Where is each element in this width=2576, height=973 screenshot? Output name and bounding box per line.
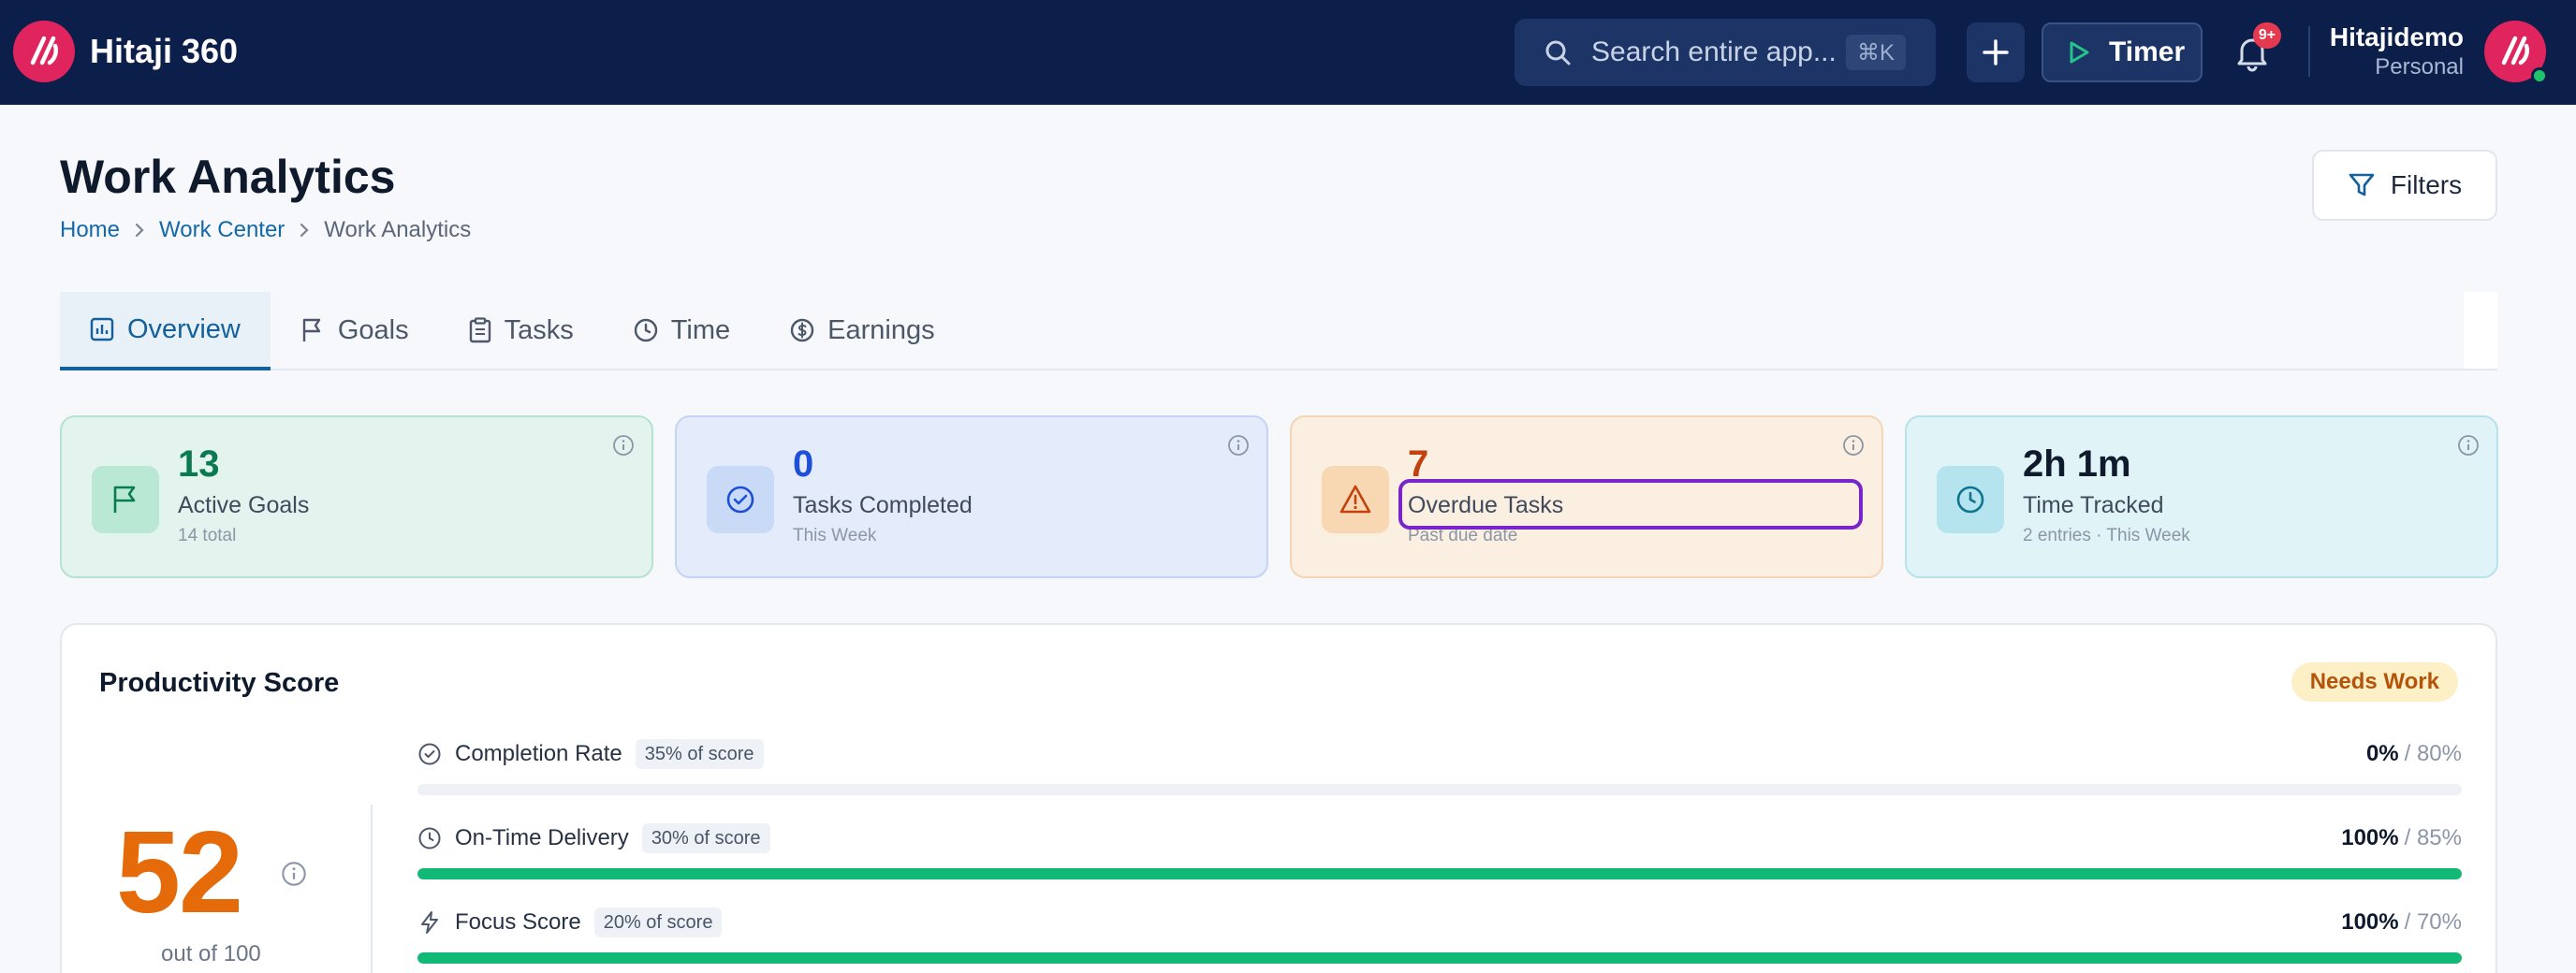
tab-scroll-fade <box>2464 292 2497 369</box>
progress-bar-fill <box>417 868 2462 879</box>
tab-overview[interactable]: Overview <box>60 292 271 370</box>
metric-value: 100% <box>2341 825 2399 850</box>
filters-button[interactable]: Filters <box>2312 150 2497 221</box>
brand-logo-icon <box>13 21 75 82</box>
chevron-right-icon <box>133 222 146 239</box>
info-icon[interactable] <box>1227 434 1250 461</box>
clock-icon <box>418 827 441 850</box>
stat-label: Active Goals <box>178 492 310 518</box>
metric-focus-score: Focus Score 20% of score 100%/ 70% <box>417 904 2462 964</box>
user-name[interactable]: Hitajidemo <box>2330 22 2464 52</box>
tab-label: Time <box>670 314 731 345</box>
search-shortcut-badge: ⌘K <box>1845 35 1906 70</box>
stat-card-active-goals[interactable]: 13 Active Goals 14 total <box>60 415 653 578</box>
global-search-input[interactable]: Search entire app... ⌘K <box>1515 19 1936 86</box>
tab-goals[interactable]: Goals <box>271 292 439 369</box>
progress-bar <box>417 952 2462 964</box>
stat-card-tasks-completed[interactable]: 0 Tasks Completed This Week <box>675 415 1268 578</box>
stat-value: 2h 1m <box>2023 443 2131 485</box>
online-status-indicator <box>2531 67 2548 84</box>
tab-bar: Overview Goals Tasks Time Earnings <box>60 292 2497 370</box>
stat-value: 0 <box>793 443 814 485</box>
stat-subtext: 2 entries · This Week <box>2023 526 2190 545</box>
quick-add-button[interactable] <box>1967 22 2025 82</box>
user-role: Personal <box>2375 54 2464 80</box>
metric-value: 0% <box>2365 741 2399 766</box>
tab-label: Overview <box>127 313 241 344</box>
progress-bar <box>417 868 2462 879</box>
metric-target: / 80% <box>2404 741 2462 766</box>
timer-label: Timer <box>2109 36 2186 67</box>
tab-time[interactable]: Time <box>604 292 760 369</box>
chevron-right-icon <box>298 222 311 239</box>
tab-label: Goals <box>337 314 409 345</box>
productivity-score-panel: Productivity Score Needs Work 52 out of … <box>60 623 2497 973</box>
metric-name: Completion Rate <box>455 741 622 766</box>
clock-icon <box>1937 466 2004 533</box>
plus-icon <box>1983 39 2009 65</box>
page-title: Work Analytics <box>60 151 396 203</box>
info-icon[interactable] <box>1842 434 1865 461</box>
breadcrumb-home-link[interactable]: Home <box>60 217 120 243</box>
check-circle-icon <box>418 743 441 765</box>
status-badge: Needs Work <box>2291 662 2458 702</box>
lightning-icon <box>421 911 438 934</box>
dollar-icon <box>790 318 814 342</box>
stat-value: 13 <box>178 443 220 485</box>
app-name: Hitaji 360 <box>90 32 239 70</box>
flag-icon <box>92 466 159 533</box>
flag-icon <box>302 318 321 341</box>
stat-card-time-tracked[interactable]: 2h 1m Time Tracked 2 entries · This Week <box>1905 415 2498 578</box>
filter-icon <box>2349 173 2375 196</box>
metric-weight-badge: 35% of score <box>635 739 764 769</box>
metric-completion-rate: Completion Rate 35% of score 0%/ 80% <box>417 735 2462 795</box>
search-icon <box>1545 40 1571 65</box>
stat-label: Time Tracked <box>2023 492 2164 518</box>
metric-value: 100% <box>2341 909 2399 935</box>
metric-name: On-Time Delivery <box>455 825 629 850</box>
top-navigation-bar: Hitaji 360 Search entire app... ⌘K Timer… <box>0 0 2576 105</box>
alert-triangle-icon <box>1322 466 1389 533</box>
metric-on-time-delivery: On-Time Delivery 30% of score 100%/ 85% <box>417 820 2462 879</box>
info-icon[interactable] <box>2457 434 2480 461</box>
tab-label: Tasks <box>504 314 574 345</box>
timer-button[interactable]: Timer <box>2042 22 2203 82</box>
brand[interactable]: Hitaji 360 <box>13 21 238 82</box>
bar-chart-icon <box>90 317 114 341</box>
breadcrumb-work-center-link[interactable]: Work Center <box>159 217 285 243</box>
tab-label: Earnings <box>827 314 935 345</box>
progress-bar-fill <box>417 952 2462 964</box>
check-circle-icon <box>707 466 774 533</box>
clock-icon <box>634 318 657 342</box>
progress-bar <box>417 784 2462 795</box>
metric-target: / 70% <box>2404 909 2462 935</box>
notification-count-badge: 9+ <box>2253 22 2281 49</box>
stat-label: Tasks Completed <box>793 492 973 518</box>
tab-tasks[interactable]: Tasks <box>439 292 604 369</box>
stat-subtext: This Week <box>793 526 877 545</box>
metric-weight-badge: 30% of score <box>641 823 770 853</box>
metric-target: / 85% <box>2404 825 2462 850</box>
clipboard-icon <box>469 317 490 343</box>
panel-divider <box>371 805 373 973</box>
play-icon <box>2070 41 2089 64</box>
stat-subtext: 14 total <box>178 526 237 545</box>
selection-highlight <box>1398 479 1863 530</box>
tab-earnings[interactable]: Earnings <box>760 292 964 369</box>
info-icon[interactable] <box>612 434 635 461</box>
filters-label: Filters <box>2390 170 2463 199</box>
score-subtext: out of 100 <box>161 941 261 966</box>
topbar-divider <box>2308 26 2310 77</box>
panel-title: Productivity Score <box>99 668 340 698</box>
info-icon[interactable] <box>281 861 307 892</box>
breadcrumb: Home Work Center Work Analytics <box>60 217 471 243</box>
search-placeholder: Search entire app... <box>1591 36 1837 67</box>
productivity-score-value: 52 <box>116 808 243 937</box>
metric-name: Focus Score <box>455 909 581 935</box>
breadcrumb-current: Work Analytics <box>324 217 472 242</box>
metric-weight-badge: 20% of score <box>593 908 723 937</box>
